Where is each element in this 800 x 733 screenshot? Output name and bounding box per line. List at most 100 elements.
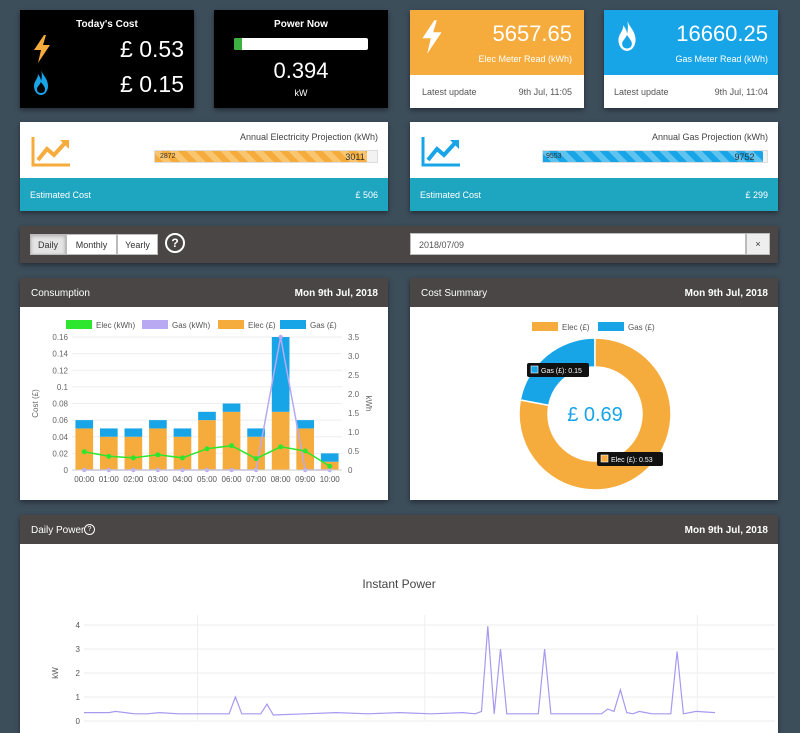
elec-kwh-point [302, 448, 308, 454]
y-axis-label: Cost (£) [31, 389, 40, 418]
elec-cost-bar [247, 436, 265, 470]
daily-power-body: Instant Power kW 0 1 2 3 4 [20, 544, 778, 733]
gas-cost-value: £ 0.15 [120, 71, 184, 97]
elec-cost-bar [198, 420, 216, 470]
y-tick-label: 0.04 [52, 433, 68, 442]
power-level-fill [234, 38, 243, 50]
x-tick-label: 09:00 [295, 475, 316, 484]
elec-meter-header: 5657.65 Elec Meter Read (kWh) [410, 10, 584, 75]
elec-meter-tile: 5657.65 Elec Meter Read (kWh) Latest upd… [410, 10, 584, 108]
x-tick-label: 01:00 [99, 475, 120, 484]
elec-cost-bar [271, 411, 290, 470]
gas-tooltip-swatch [530, 365, 539, 374]
legend-label: Elec (£) [562, 323, 590, 332]
help-icon[interactable]: ? [165, 233, 185, 253]
x-tick-label: 00:00 [74, 475, 95, 484]
y-tick-label: 0.06 [52, 416, 68, 425]
cost-summary-title: Cost Summary [421, 288, 488, 299]
legend-label: Gas (kWh) [172, 321, 211, 330]
legend-swatch [280, 320, 306, 329]
y-tick-label: 0.16 [52, 333, 68, 342]
power-now-title: Power Now [274, 19, 328, 30]
x-tick-label: 04:00 [172, 475, 193, 484]
power-level-bar [234, 38, 368, 50]
gas-projection-card: Annual Gas Projection (kWh) 9553 9752 Es… [410, 122, 778, 211]
consumption-header: Consumption Mon 9th Jul, 2018 [20, 278, 388, 307]
elec-cost-bar [173, 436, 192, 470]
gas-meter-tile: 16660.25 Gas Meter Read (kWh) Latest upd… [604, 10, 778, 108]
y-tick-label: 1 [76, 693, 81, 702]
elec-kwh-point [229, 443, 235, 449]
instant-power-chart: Instant Power kW 0 1 2 3 4 [51, 577, 775, 726]
gas-meter-label: Gas Meter Read (kWh) [675, 54, 768, 64]
gas-estimated-cost-label: Estimated Cost [420, 190, 482, 200]
gas-cost-bar [124, 428, 143, 437]
donut-center-total: £ 0.69 [567, 404, 623, 426]
power-now-unit: kW [294, 88, 308, 98]
y-tick-label: 0.14 [52, 350, 68, 359]
period-toolbar: Daily Monthly Yearly ? 2018/07/09 × [20, 226, 778, 263]
elec-kwh-point [278, 444, 284, 450]
x-tick-label: 05:00 [197, 475, 218, 484]
daily-power-panel: Daily Power ? Mon 9th Jul, 2018 Instant … [20, 515, 778, 733]
elec-cost-bar [149, 428, 167, 470]
elec-tooltip-text: Elec (£): 0.53 [611, 457, 653, 464]
elec-estimated-cost-bar: Estimated Cost £ 506 [20, 178, 388, 211]
x-tick-label: 06:00 [222, 475, 243, 484]
y-tick-label: 2 [76, 669, 81, 678]
x-tick-label: 02:00 [123, 475, 144, 484]
elec-kwh-point [106, 453, 112, 459]
daily-button[interactable]: Daily [30, 234, 66, 255]
daily-power-header: Daily Power ? Mon 9th Jul, 2018 [20, 515, 778, 544]
x-tick-label: 08:00 [271, 475, 292, 484]
gas-tooltip-text: Gas (£): 0.15 [541, 368, 582, 375]
legend-swatch [66, 320, 92, 329]
monthly-button[interactable]: Monthly [66, 234, 117, 255]
elec-projection-card: Annual Electricity Projection (kWh) 2872… [20, 122, 388, 211]
legend-swatch [532, 322, 558, 331]
y-tick-label: 0 [64, 466, 69, 475]
elec-kwh-point [204, 446, 210, 452]
gas-cost-bar [296, 420, 315, 429]
gas-update-time: 9th Jul, 11:04 [714, 87, 768, 97]
chart-title: Instant Power [362, 577, 435, 591]
elec-kwh-point [81, 449, 87, 455]
consumption-title: Consumption [31, 288, 90, 299]
gas-update-label: Latest update [614, 87, 669, 97]
daily-power-help-icon[interactable]: ? [84, 524, 95, 535]
elec-cost-bar [124, 436, 143, 470]
cost-summary-date: Mon 9th Jul, 2018 [684, 288, 768, 299]
gas-estimated-cost-bar: Estimated Cost £ 299 [410, 178, 778, 211]
elec-kwh-point [327, 463, 333, 469]
elec-projection-fill: 2872 3011 [155, 151, 367, 162]
y2-tick-label: 0 [348, 466, 353, 475]
gas-projection-fill: 9553 9752 [543, 151, 763, 162]
y2-axis-label: kWh [364, 396, 373, 412]
consumption-panel: Consumption Mon 9th Jul, 2018 Elec (kWh)… [20, 278, 388, 500]
flame-icon [34, 69, 48, 95]
gas-kwh-point [278, 334, 283, 340]
elec-update-time: 9th Jul, 11:05 [518, 87, 572, 97]
clear-date-button[interactable]: × [746, 233, 770, 255]
lightning-icon [422, 20, 442, 54]
y2-tick-label: 2.5 [348, 371, 360, 380]
elec-update-label: Latest update [422, 87, 477, 97]
yearly-button[interactable]: Yearly [117, 234, 158, 255]
y-tick-label: 4 [76, 621, 81, 630]
elec-projection-bar: 2872 3011 [154, 150, 378, 163]
gas-cost-bar [75, 420, 94, 429]
power-now-tile: Power Now 0.394 kW [214, 10, 388, 108]
date-input[interactable]: 2018/07/09 [410, 233, 746, 255]
gas-projection-bar: 9553 9752 [542, 150, 768, 163]
gas-cost-bar [99, 428, 118, 437]
cost-summary-chart: Elec (£) Gas (£) £ 0.69 Gas (£): 0.15 Elec (… [518, 322, 672, 491]
flame-icon [618, 19, 636, 51]
elec-projection-current: 2872 [160, 153, 176, 160]
elec-cost-value: £ 0.53 [120, 36, 184, 62]
y-tick-label: 0 [76, 717, 81, 726]
legend-label: Gas (£) [628, 323, 655, 332]
consumption-date: Mon 9th Jul, 2018 [294, 288, 378, 299]
gas-cost-bar [222, 403, 241, 412]
gas-meter-value: 16660.25 [676, 21, 768, 46]
legend-label: Gas (£) [310, 321, 337, 330]
